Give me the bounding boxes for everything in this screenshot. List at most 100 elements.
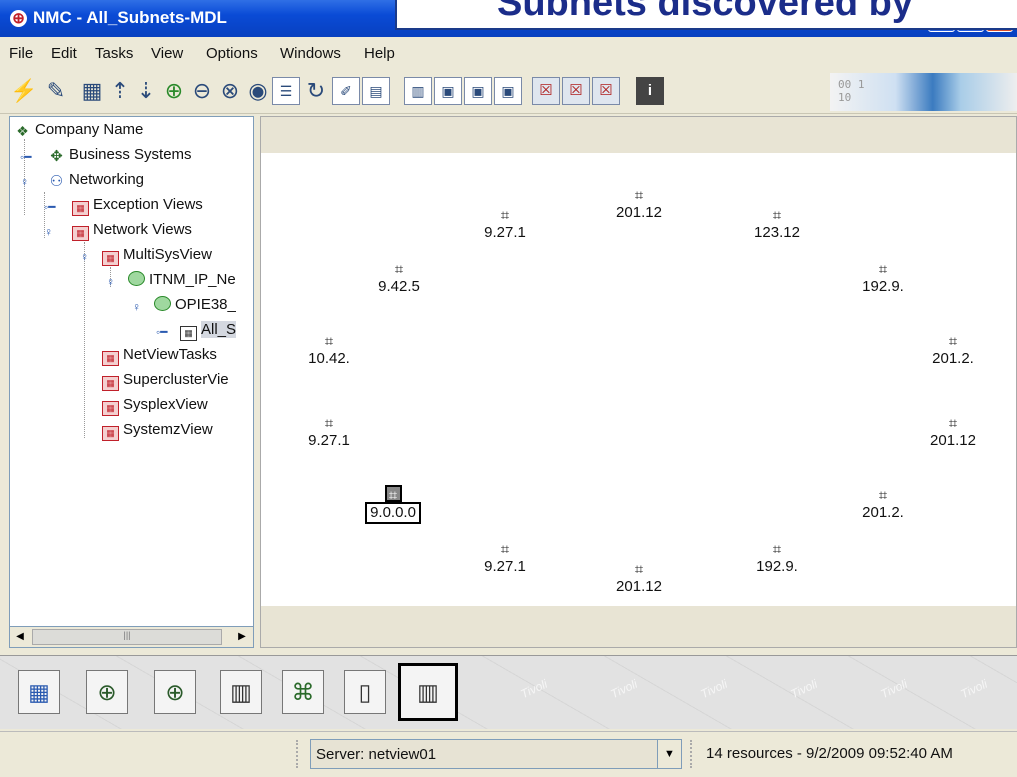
tree-item-netviewtasks[interactable]: ▦ NetViewTasks: [102, 346, 217, 370]
subnet-icon: ⌗: [324, 415, 334, 432]
subnet-node[interactable]: ⌗ 9.27.1: [465, 207, 545, 247]
scroll-thumb[interactable]: |||: [32, 629, 222, 645]
menu-options[interactable]: Options: [206, 45, 258, 62]
topology-canvas[interactable]: ⌗ 201.12 ⌗ 9.27.1 ⌗ 123.12 ⌗ 9.42.5 ⌗ 192.9. …: [261, 153, 1016, 606]
tree-item-company-name[interactable]: ❖ Company Name: [14, 121, 143, 145]
tree-item-opie38[interactable]: OPIE38_: [154, 296, 236, 320]
scroll-left-icon[interactable]: ◀: [12, 629, 28, 645]
collapse-icon[interactable]: ♀: [80, 250, 89, 264]
window-title: NMC - All_Subnets-MDL: [33, 8, 227, 27]
zoom-fit-icon[interactable]: ◉: [244, 77, 272, 105]
panel-one-icon[interactable]: ▣: [434, 77, 462, 105]
refresh-icon[interactable]: ↻: [302, 77, 330, 105]
building-icon[interactable]: ▥: [398, 663, 458, 721]
expand-icon[interactable]: ◦━: [20, 150, 31, 164]
menu-windows[interactable]: Windows: [280, 45, 341, 62]
subnet-node[interactable]: ⌗ 9.42.5: [359, 261, 439, 301]
tree-item-systemzview[interactable]: ▦ SystemzView: [102, 421, 213, 445]
expand-icon[interactable]: ◦━: [44, 200, 55, 214]
subnet-icon: ⌗: [500, 207, 510, 224]
tivoli-watermark: Tivoli: [788, 676, 820, 702]
exception-one-icon[interactable]: ☒: [532, 77, 560, 105]
networking-icon: ⚇: [49, 173, 64, 190]
zoom-in-icon[interactable]: ⊕: [160, 77, 188, 105]
zoom-out-icon[interactable]: ⊖: [188, 77, 216, 105]
move-up-icon[interactable]: ⇡: [106, 77, 134, 105]
details-icon[interactable]: ▥: [404, 77, 432, 105]
status-text: 14 resources - 9/2/2009 09:52:40 AM: [706, 745, 953, 762]
move-down-icon[interactable]: ⇣: [132, 77, 160, 105]
list-view-icon[interactable]: ☰: [272, 77, 300, 105]
tree-item-business-systems[interactable]: ✥ Business Systems: [48, 146, 191, 170]
subnet-node[interactable]: ⌗ 201.12: [599, 561, 679, 601]
subnet-icon: ⌗: [772, 541, 782, 558]
topology-view: ⌗ 201.12 ⌗ 9.27.1 ⌗ 123.12 ⌗ 9.42.5 ⌗ 192.9. …: [260, 116, 1017, 648]
scroll-right-icon[interactable]: ▶: [234, 629, 250, 645]
menu-file[interactable]: File: [9, 45, 33, 62]
subnet-icon: ⌗: [500, 541, 510, 558]
grid-view-icon[interactable]: ▦: [78, 77, 106, 105]
menu-view[interactable]: View: [151, 45, 183, 62]
collapse-icon[interactable]: ♀: [20, 175, 29, 189]
nmc-window: ⊕ NMC - All_Subnets-MDL Subnets discover…: [0, 0, 1017, 777]
tree-item-sysplexview[interactable]: ▦ SysplexView: [102, 396, 208, 420]
server-select[interactable]: Server: netview01 ▼: [310, 739, 682, 769]
subnet-icon: ⌗: [634, 187, 644, 204]
menu-tasks[interactable]: Tasks: [95, 45, 133, 62]
subnet-node[interactable]: ⌗ 201.2.: [843, 487, 923, 527]
tivoli-watermark: Tivoli: [608, 676, 640, 702]
info-icon[interactable]: i: [636, 77, 664, 105]
globe-icon[interactable]: ⊕: [154, 670, 196, 714]
subnet-icon: ⌗: [324, 333, 334, 350]
connect-icon[interactable]: ✎: [42, 77, 70, 105]
tree-item-networking[interactable]: ⚇ Networking: [48, 171, 144, 195]
tree-item-itnm-ip[interactable]: ITNM_IP_Ne: [128, 271, 236, 295]
chevron-down-icon[interactable]: ▼: [657, 740, 681, 768]
collapse-icon[interactable]: ♀: [132, 300, 141, 314]
subnet-grid-icon: ▦: [180, 326, 197, 341]
tree-item-all-subnets[interactable]: ▦ All_S: [180, 321, 237, 345]
subnet-node[interactable]: ⌗ 201.12: [913, 415, 993, 455]
disconnect-icon[interactable]: ⚡: [10, 77, 38, 105]
status-grip: [690, 740, 696, 768]
status-grip: [296, 740, 302, 768]
subnet-icon: ⌗: [384, 485, 402, 504]
subnet-node[interactable]: ⌗ 192.9.: [737, 541, 817, 581]
menu-help[interactable]: Help: [364, 45, 395, 62]
subnet-node[interactable]: ⌗ 10.42.: [289, 333, 369, 373]
properties-icon[interactable]: ▤: [362, 77, 390, 105]
panel-three-icon[interactable]: ▣: [494, 77, 522, 105]
tree-horizontal-scrollbar[interactable]: ◀ ||| ▶: [9, 626, 254, 648]
exception-three-icon[interactable]: ☒: [592, 77, 620, 105]
building-icon[interactable]: ▥: [220, 670, 262, 714]
exception-two-icon[interactable]: ☒: [562, 77, 590, 105]
menu-edit[interactable]: Edit: [51, 45, 77, 62]
subnet-node[interactable]: ⌗ 201.2.: [913, 333, 993, 373]
view-icon-bar: Tivoli Tivoli Tivoli Tivoli Tivoli Tivol…: [0, 655, 1017, 729]
slide-title: Subnets discovered by: [497, 0, 914, 24]
zoom-reset-icon[interactable]: ⊗: [216, 77, 244, 105]
subnet-icon: ⌗: [772, 207, 782, 224]
subnet-node[interactable]: ⌗ 192.9.: [843, 261, 923, 301]
subnet-node[interactable]: ⌗ 9.27.1: [465, 541, 545, 581]
tree-item-superclusterview[interactable]: ▦ SuperclusterVie: [102, 371, 229, 395]
subnet-node[interactable]: ⌗ 201.12: [599, 187, 679, 227]
tree-item-exception-views[interactable]: ▦ Exception Views: [72, 196, 203, 220]
collapse-icon[interactable]: ♀: [44, 225, 53, 239]
edit-view-icon[interactable]: ✐: [332, 77, 360, 105]
expand-icon[interactable]: ◦━: [156, 325, 167, 339]
panel-two-icon[interactable]: ▣: [464, 77, 492, 105]
document-icon[interactable]: ▯: [344, 670, 386, 714]
tree-item-network-views[interactable]: ▦ Network Views: [72, 221, 192, 245]
subnet-node-selected[interactable]: ⌗ 9.0.0.0: [353, 485, 433, 525]
topology-icon[interactable]: ⌘: [282, 670, 324, 714]
subnet-node[interactable]: ⌗ 123.12: [737, 207, 817, 247]
subnet-icon: ⌗: [948, 415, 958, 432]
subnet-node[interactable]: ⌗ 9.27.1: [289, 415, 369, 455]
company-icon: ❖: [16, 123, 29, 139]
view-icon[interactable]: ▦: [18, 670, 60, 714]
collapse-icon[interactable]: ♀: [106, 275, 115, 289]
globe-icon[interactable]: ⊕: [86, 670, 128, 714]
tree-item-multisysview[interactable]: ▦ MultiSysView: [102, 246, 212, 270]
tivoli-watermark: Tivoli: [878, 676, 910, 702]
